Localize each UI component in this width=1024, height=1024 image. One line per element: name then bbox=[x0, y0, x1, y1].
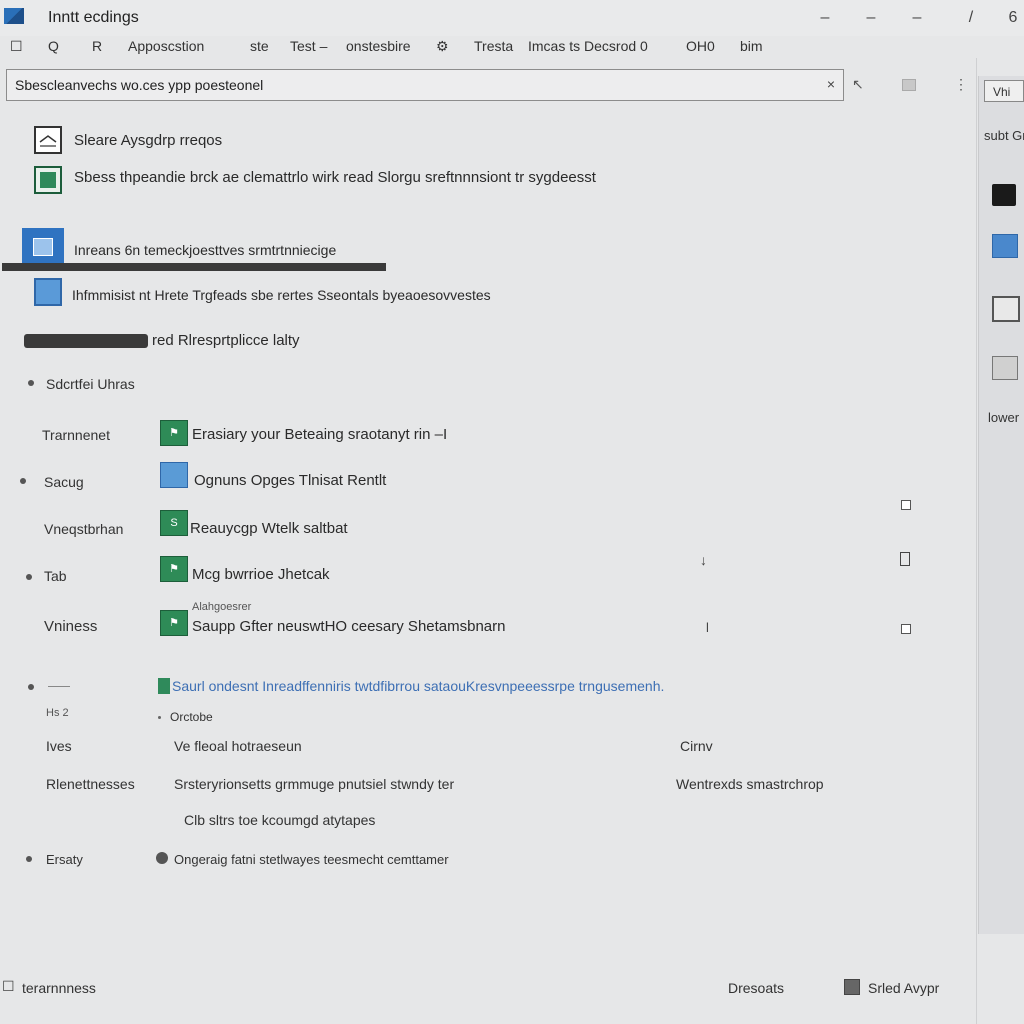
list-item[interactable]: Sleare Aysgdrp rreqos bbox=[74, 132, 222, 149]
menu-item-bim[interactable]: bim bbox=[740, 38, 763, 54]
detail-label: Vneqstbrhan bbox=[44, 521, 124, 537]
sub-value: Clb sltrs toe kcoumgd atytapes bbox=[184, 812, 376, 828]
menu-item-ste[interactable]: ste bbox=[250, 38, 269, 54]
detail-link[interactable]: Saurl ondesnt Inreadffenniris twtdfibrro… bbox=[172, 678, 664, 694]
selection-bar bbox=[2, 263, 386, 271]
detail-label: Vniness bbox=[44, 618, 98, 635]
dash-line bbox=[48, 686, 70, 687]
radio-dot[interactable] bbox=[156, 852, 168, 864]
app-icon bbox=[4, 8, 24, 24]
image-icon[interactable] bbox=[992, 356, 1018, 380]
dot bbox=[158, 716, 161, 719]
window-title: Inntt ecdings bbox=[48, 9, 139, 26]
redacted-block bbox=[24, 334, 148, 348]
bullet bbox=[28, 684, 34, 690]
tray-icon[interactable]: ☐ bbox=[2, 978, 15, 995]
menu-gear-icon[interactable]: ⚙ bbox=[436, 38, 449, 55]
more-icon[interactable]: ⋮ bbox=[954, 76, 968, 93]
note-label: Alahgoesrer bbox=[192, 601, 252, 613]
sub-label: Orctobe bbox=[170, 710, 213, 724]
pin-button[interactable]: / bbox=[958, 6, 984, 30]
detail-value[interactable]: Reauycgp Wtelk saltbat bbox=[190, 520, 348, 537]
bottom-label: Ersaty bbox=[46, 852, 83, 867]
bullet bbox=[26, 856, 32, 862]
clear-search-icon[interactable]: × bbox=[827, 76, 835, 92]
detail-label: Tab bbox=[44, 568, 67, 584]
bottom-value[interactable]: Ongeraig fatni stetlwayes teesmecht cemt… bbox=[174, 852, 449, 867]
detail-label: Sacug bbox=[44, 474, 84, 490]
frame-icon[interactable] bbox=[992, 296, 1020, 322]
extra-label: Rlenettnesses bbox=[46, 776, 135, 792]
extra-right: Wentrexds smastrchrop bbox=[676, 776, 824, 792]
search-box: × bbox=[6, 69, 844, 101]
bullet bbox=[26, 574, 32, 580]
bullet bbox=[28, 380, 34, 386]
menu-item-onstesbire[interactable]: onstesbire bbox=[346, 38, 411, 54]
menu-item-oh0[interactable]: OH0 bbox=[686, 38, 715, 54]
menu-item-test[interactable]: Test – bbox=[290, 38, 327, 54]
flag-icon: ⚑ bbox=[160, 610, 188, 636]
footer-status[interactable]: Dresoats bbox=[728, 980, 784, 996]
selected-item-icon bbox=[22, 228, 64, 266]
menu-item-r[interactable]: R bbox=[92, 38, 102, 54]
flag-icon: ⚑ bbox=[160, 420, 188, 446]
right-panel-label: subt Gr bbox=[984, 128, 1024, 143]
section-label[interactable]: Sdcrtfei Uhras bbox=[46, 376, 135, 392]
checkbox[interactable] bbox=[901, 500, 911, 510]
back-arrow-icon[interactable]: ↖ bbox=[852, 76, 864, 93]
footer-right[interactable]: Srled Avypr bbox=[868, 980, 939, 996]
detail-label: Trarnnenet bbox=[42, 427, 110, 443]
list-item[interactable]: Ihfmmisist nt Hrete Trgfeads sbe rertes … bbox=[72, 287, 491, 303]
list-item[interactable]: red Rlresprtplicce lalty bbox=[152, 332, 300, 349]
bullet bbox=[20, 478, 26, 484]
extra-value[interactable]: Srsteryrionsetts grmmuge pnutsiel stwndy… bbox=[174, 776, 454, 792]
sort-arrow-icon[interactable]: ↓ bbox=[700, 552, 707, 568]
minimize-alt-button[interactable]: – bbox=[858, 6, 884, 30]
menu-checkbox-icon[interactable]: ☐ bbox=[10, 38, 23, 55]
detail-value[interactable]: Saupp Gfter neuswtHO ceesary Shetamsbnar… bbox=[192, 618, 506, 635]
sub-left: Hs 2 bbox=[46, 707, 69, 719]
menu-item-application[interactable]: Apposcstion bbox=[128, 38, 204, 54]
restore-button[interactable]: – bbox=[904, 6, 930, 30]
detail-value[interactable]: Erasiary your Beteaing sraotanyt rin –I bbox=[192, 426, 447, 443]
search-input[interactable] bbox=[7, 70, 803, 100]
extra-right: Cirnv bbox=[680, 738, 713, 754]
list-item[interactable]: Sbess thpeandie brck ae clemattrlo wirk … bbox=[74, 169, 596, 186]
folder-icon[interactable] bbox=[902, 79, 916, 91]
footer-square-icon[interactable] bbox=[844, 979, 860, 995]
detail-value[interactable]: Mcg bwrrioe Jhetcak bbox=[192, 566, 330, 583]
checkbox-tall[interactable] bbox=[900, 552, 910, 566]
sheet-icon bbox=[34, 166, 62, 194]
detail-value[interactable]: Ognuns Opges Tlnisat Rentlt bbox=[194, 472, 386, 489]
menu-item-imcas[interactable]: Imcas ts Decsrod 0 bbox=[528, 38, 648, 54]
runner-icon: ⚑ bbox=[160, 556, 188, 582]
blue-window-icon[interactable] bbox=[992, 234, 1018, 258]
minimize-button[interactable]: – bbox=[812, 6, 838, 30]
right-panel-footer: lower bbox=[988, 410, 1020, 425]
sheet-icon: S bbox=[160, 510, 188, 536]
menu-item-search[interactable]: Q bbox=[48, 38, 59, 54]
checkbox[interactable] bbox=[901, 624, 911, 634]
footer-left[interactable]: terarnnness bbox=[22, 980, 96, 996]
title-bar: Inntt ecdings – – – / 6 bbox=[0, 0, 1024, 36]
image-icon bbox=[160, 462, 188, 488]
extra-value[interactable]: Ve fleoal hotraeseun bbox=[174, 738, 302, 754]
document-icon bbox=[34, 126, 62, 154]
blue-file-icon bbox=[34, 278, 62, 306]
menu-item-tresta[interactable]: Tresta bbox=[474, 38, 513, 54]
right-panel-button[interactable]: Vhi bbox=[984, 80, 1024, 102]
list-item-selected[interactable]: Inreans 6n temeckjoesttves srmtrtnniecig… bbox=[74, 242, 336, 258]
extra-label: Ives bbox=[46, 738, 72, 754]
side-marker: l bbox=[706, 620, 709, 635]
main-panel bbox=[0, 58, 977, 1024]
black-window-icon[interactable] bbox=[992, 184, 1016, 206]
close-button[interactable]: 6 bbox=[1000, 6, 1024, 30]
green-marker bbox=[158, 678, 170, 694]
menu-bar: ☐ Q R Apposcstion ste Test – onstesbire … bbox=[0, 36, 1024, 58]
